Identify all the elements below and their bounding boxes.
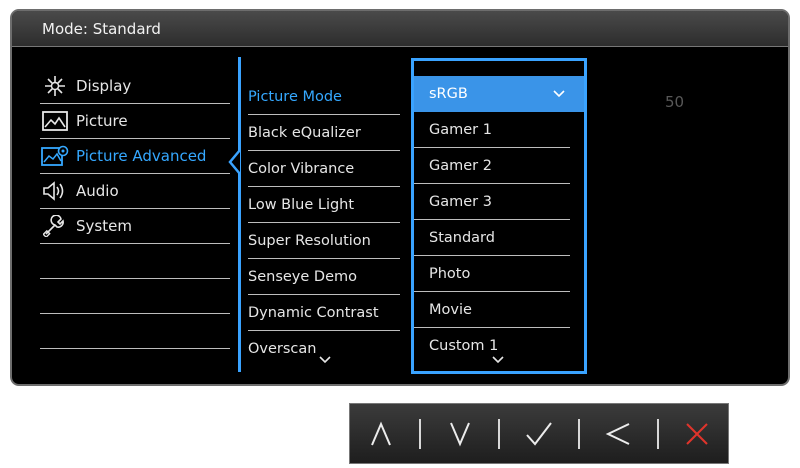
main-menu-label: Picture Advanced	[76, 147, 207, 165]
option-item-gamer-1[interactable]: Gamer 1	[414, 112, 570, 148]
option-item-gamer-3[interactable]: Gamer 3	[414, 184, 570, 220]
sub-menu: Picture Mode Black eQualizer Color Vibra…	[248, 83, 400, 367]
main-menu-empty-slot	[40, 244, 230, 279]
confirm-key[interactable]	[516, 411, 562, 457]
picture-advanced-icon	[40, 145, 70, 167]
down-key[interactable]	[437, 411, 483, 457]
sub-menu-item-super-resolution[interactable]: Super Resolution	[248, 223, 400, 259]
option-item-srgb[interactable]: sRGB	[414, 76, 584, 112]
audio-icon	[40, 180, 70, 202]
options-list: sRGB Gamer 1 Gamer 2 Gamer 3 Standard Ph…	[411, 76, 587, 364]
setting-value: 50	[665, 93, 685, 111]
key-separator	[656, 418, 659, 449]
main-menu-empty-slot	[40, 314, 230, 349]
main-menu-label: Display	[76, 77, 132, 95]
down-arrow-icon	[449, 422, 470, 447]
sub-menu-item-black-equalizer[interactable]: Black eQualizer	[248, 115, 400, 151]
active-pointer-icon	[228, 149, 241, 175]
key-separator	[419, 418, 422, 449]
back-key[interactable]	[595, 411, 641, 457]
option-item-standard[interactable]: Standard	[414, 220, 570, 256]
key-separator	[577, 418, 580, 449]
exit-x-icon	[686, 422, 708, 445]
up-key[interactable]	[358, 411, 404, 457]
main-menu-item-picture[interactable]: Picture	[40, 104, 230, 139]
main-menu-item-audio[interactable]: Audio	[40, 174, 230, 209]
sub-menu-item-low-blue-light[interactable]: Low Blue Light	[248, 187, 400, 223]
option-item-gamer-2[interactable]: Gamer 2	[414, 148, 570, 184]
chevron-down-icon	[553, 90, 565, 98]
main-menu-empty-slot	[40, 279, 230, 314]
options-scroll-down-icon[interactable]	[491, 355, 505, 365]
main-menu-item-picture-advanced[interactable]: Picture Advanced	[40, 139, 230, 174]
sub-menu-item-color-vibrance[interactable]: Color Vibrance	[248, 151, 400, 187]
control-key-bar	[349, 403, 729, 464]
option-label: sRGB	[429, 86, 468, 102]
main-menu-item-display[interactable]: Display	[40, 69, 230, 104]
main-menu-label: Picture	[76, 112, 128, 130]
sub-menu-item-dynamic-contrast[interactable]: Dynamic Contrast	[248, 295, 400, 331]
main-menu-item-system[interactable]: System	[40, 209, 230, 244]
option-item-photo[interactable]: Photo	[414, 256, 570, 292]
picture-icon	[40, 110, 70, 132]
exit-key[interactable]	[674, 411, 720, 457]
sub-menu-item-senseye-demo[interactable]: Senseye Demo	[248, 259, 400, 295]
mode-title: Mode: Standard	[12, 11, 788, 47]
sub-menu-scroll-down-icon[interactable]	[318, 355, 332, 365]
main-menu: Display Picture Picture Advanced Audio S…	[40, 69, 230, 349]
back-arrow-icon	[605, 422, 630, 445]
option-item-movie[interactable]: Movie	[414, 292, 570, 328]
menu-divider	[238, 57, 241, 372]
confirm-check-icon	[526, 421, 552, 446]
osd-window: Mode: Standard Display Picture Picture A…	[10, 9, 790, 386]
display-icon	[40, 75, 70, 97]
sub-menu-item-picture-mode[interactable]: Picture Mode	[248, 83, 400, 115]
up-arrow-icon	[370, 420, 391, 445]
system-icon	[40, 215, 70, 237]
main-menu-label: Audio	[76, 182, 119, 200]
key-separator	[498, 418, 501, 449]
main-menu-label: System	[76, 217, 132, 235]
